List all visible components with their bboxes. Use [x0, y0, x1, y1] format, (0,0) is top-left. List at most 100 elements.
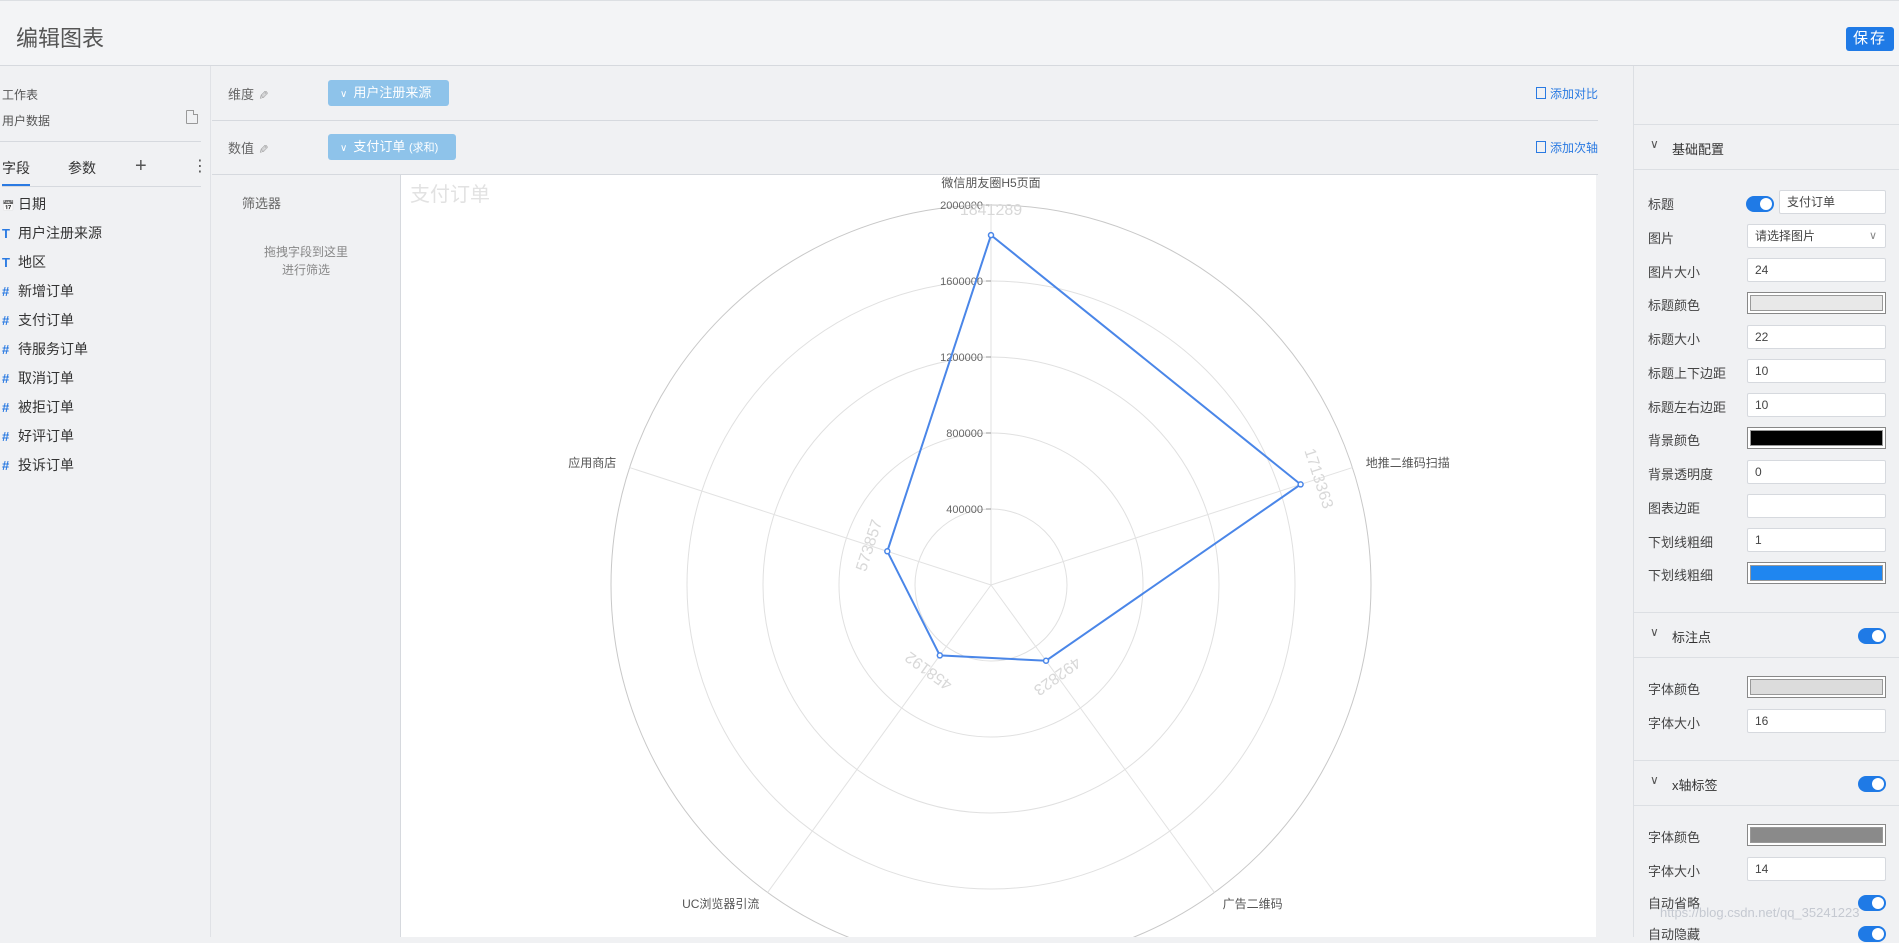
field-item[interactable]: # 新增订单 — [2, 277, 102, 306]
filter-title: 筛选器 — [242, 196, 282, 211]
field-item[interactable]: T 用户注册来源 — [2, 219, 102, 248]
tab-params[interactable]: 参数 — [68, 158, 96, 178]
prop-label: 下划线粗细 — [1648, 568, 1714, 583]
calendar-icon: 📅 — [2, 201, 15, 212]
prop-label: 背景颜色 — [1648, 433, 1701, 448]
marker-font-size-input[interactable]: 16 — [1747, 709, 1886, 733]
field-label: 取消订单 — [18, 370, 74, 386]
chevron-down-icon: ∨ — [1868, 230, 1877, 242]
radar-category-label: 微信朋友圈H5页面 — [941, 176, 1040, 190]
section-x-axis-label[interactable]: ∨ x轴标签 — [1634, 760, 1899, 806]
radar-data-label: 458192 — [902, 648, 955, 693]
bg-color-swatch[interactable] — [1747, 427, 1886, 449]
field-label: 新增订单 — [18, 283, 74, 299]
field-item[interactable]: T 地区 — [2, 248, 102, 277]
marker-toggle[interactable] — [1858, 628, 1886, 644]
x-axis-toggle[interactable] — [1858, 776, 1886, 792]
radar-point — [884, 548, 891, 555]
filter-panel[interactable]: 筛选器 拖拽字段到这里 进行筛选 — [212, 175, 401, 937]
document-icon — [1535, 87, 1546, 99]
chevron-down-icon: ∨ — [1650, 625, 1659, 639]
field-item[interactable]: # 取消订单 — [2, 364, 102, 393]
title-hpad-input[interactable]: 10 — [1747, 393, 1886, 417]
title-input[interactable]: 支付订单 — [1779, 190, 1886, 214]
title-toggle[interactable] — [1746, 196, 1774, 212]
add-secondary-axis-link[interactable]: 添加次轴 — [1535, 139, 1598, 156]
field-label: 日期 — [18, 196, 46, 212]
save-button[interactable]: 保存 — [1846, 27, 1894, 51]
x-axis-font-color-swatch[interactable] — [1747, 824, 1886, 846]
field-item[interactable]: # 支付订单 — [2, 306, 102, 335]
field-label: 地区 — [18, 254, 46, 270]
number-type-icon: # — [2, 458, 10, 473]
prop-label: 标题颜色 — [1648, 298, 1701, 313]
field-item[interactable]: # 好评订单 — [2, 422, 102, 451]
title-vpad-input[interactable]: 10 — [1747, 359, 1886, 383]
radar-data-label: 1841289 — [960, 202, 1022, 219]
dimension-row: 维度 ✎ ∨ 用户注册来源 添加对比 — [212, 67, 1598, 121]
dimension-label: 维度 ✎ — [228, 87, 271, 102]
radar-category-label: UC浏览器引流 — [682, 896, 759, 911]
prop-label: 下划线粗细 — [1648, 535, 1714, 550]
bg-opacity-input[interactable]: 0 — [1747, 460, 1886, 484]
prop-label: 图片 — [1648, 231, 1675, 246]
marker-font-color-swatch[interactable] — [1747, 676, 1886, 698]
field-list: 📅 日期 T 用户注册来源 T 地区 # 新增订单 # 支付订单 # 待服务订单 # 取消订单 # 被拒订单 #… — [2, 190, 102, 480]
dataset-file-icon[interactable] — [186, 110, 198, 124]
radar-point — [936, 652, 944, 659]
tab-fields[interactable]: 字段 — [2, 158, 30, 186]
config-panel: ∨ 基础配置 标题 支付订单 图片 请选择图片 ∨ 图片大小 24 标题颜色 标题… — [1633, 66, 1899, 942]
pencil-icon[interactable]: ✎ — [256, 90, 270, 100]
chart-margin-input[interactable] — [1747, 494, 1886, 518]
prop-label: 自动隐藏 — [1648, 927, 1701, 942]
prop-label: 标题左右边距 — [1648, 400, 1727, 415]
divider — [0, 141, 201, 142]
radar-spoke — [629, 467, 992, 586]
underline-color-swatch[interactable] — [1747, 562, 1886, 584]
radar-point — [1042, 657, 1050, 665]
prop-label: 字体大小 — [1648, 864, 1701, 879]
number-type-icon: # — [2, 400, 10, 415]
prop-label: 图表边距 — [1648, 501, 1701, 516]
number-type-icon: # — [2, 429, 10, 444]
field-tabs: 字段 参数 + ⋮ — [2, 155, 208, 187]
radar-point — [1297, 481, 1304, 488]
value-row: 数值 ✎ ∨ 支付订单 (求和) 添加次轴 — [212, 121, 1598, 175]
prop-label: 标题上下边距 — [1648, 366, 1727, 381]
image-size-input[interactable]: 24 — [1747, 258, 1886, 282]
x-axis-font-size-input[interactable]: 14 — [1747, 857, 1886, 881]
underline-width-input[interactable]: 1 — [1747, 528, 1886, 552]
prop-label: 图片大小 — [1648, 265, 1701, 280]
pencil-icon[interactable]: ✎ — [256, 144, 270, 154]
add-compare-link[interactable]: 添加对比 — [1535, 85, 1598, 102]
section-basic-config[interactable]: ∨ 基础配置 — [1634, 124, 1899, 170]
field-item[interactable]: # 被拒订单 — [2, 393, 102, 422]
more-vertical-icon[interactable]: ⋮ — [192, 156, 208, 176]
field-item[interactable]: # 投诉订单 — [2, 451, 102, 480]
chart-canvas: 支付订单 400000 800000 1200000 1600000 2000000 微信… — [401, 175, 1596, 937]
dimension-pill[interactable]: ∨ 用户注册来源 — [328, 80, 450, 106]
radar-tick-label: 800000 — [946, 428, 983, 440]
worksheet-label: 工作表 — [2, 88, 39, 102]
field-item[interactable]: 📅 日期 — [2, 190, 102, 219]
field-item[interactable]: # 待服务订单 — [2, 335, 102, 364]
chevron-down-icon: ∨ — [1650, 137, 1659, 151]
auto-ellipsis-toggle[interactable] — [1858, 895, 1886, 911]
chevron-down-icon: ∨ — [1650, 773, 1659, 787]
plus-icon[interactable]: + — [135, 155, 147, 178]
radar-category-label: 地推二维码扫描 — [1366, 456, 1450, 470]
value-pill[interactable]: ∨ 支付订单 (求和) — [328, 134, 457, 160]
section-markers[interactable]: ∨ 标注点 — [1634, 612, 1899, 658]
radar-data-label: 573857 — [853, 517, 886, 573]
field-label: 支付订单 — [18, 312, 74, 328]
title-color-swatch[interactable] — [1747, 292, 1886, 314]
auto-hide-toggle[interactable] — [1858, 926, 1886, 942]
dataset-name[interactable]: 用户数据 — [2, 112, 50, 129]
text-type-icon: T — [2, 255, 10, 270]
image-select[interactable]: 请选择图片 ∨ — [1747, 224, 1886, 248]
page-title: 编辑图表 — [16, 26, 105, 51]
title-size-input[interactable]: 22 — [1747, 325, 1886, 349]
prop-label: 标题 — [1648, 197, 1675, 212]
value-label: 数值 ✎ — [228, 141, 271, 156]
number-type-icon: # — [2, 284, 10, 299]
